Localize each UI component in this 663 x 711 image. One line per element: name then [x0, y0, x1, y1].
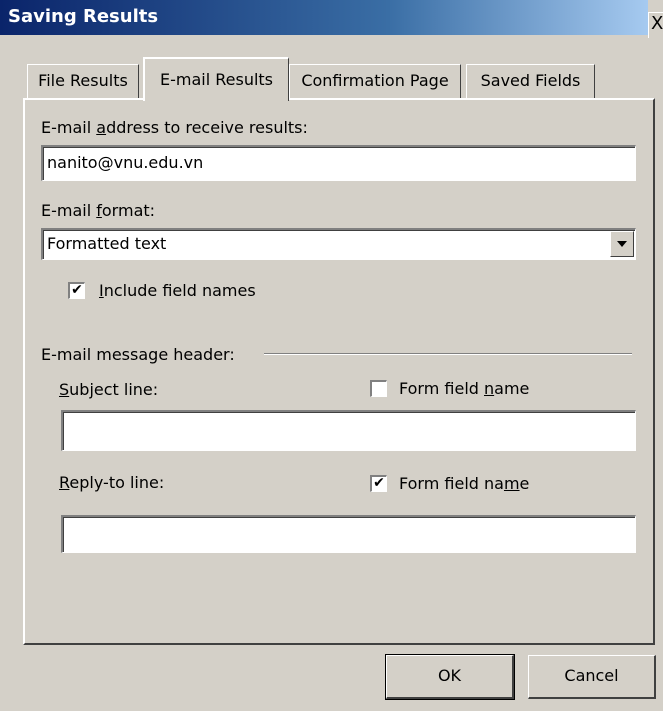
label-part: eply-to line: — [69, 473, 165, 492]
subject-line-input[interactable] — [61, 410, 636, 451]
close-icon: X — [651, 13, 663, 34]
label-part: ame — [494, 379, 530, 398]
saving-results-dialog: Saving Results X File Results E-mail Res… — [0, 0, 663, 711]
label-part: nclude field names — [103, 281, 256, 300]
reply-to-line-label: Reply-to line: — [59, 473, 164, 493]
email-format-value: Formatted text — [47, 234, 167, 253]
tab-file-results[interactable]: File Results — [27, 64, 139, 98]
label-part: Form field — [399, 379, 484, 398]
email-results-panel: E-mail address to receive results: nanit… — [23, 98, 655, 645]
tab-label: Saved Fields — [480, 71, 581, 90]
message-header-label: E-mail message header: — [41, 345, 235, 364]
accelerator-key: n — [484, 379, 495, 398]
tab-email-results[interactable]: E-mail Results — [143, 57, 289, 101]
cancel-button[interactable]: Cancel — [528, 655, 656, 699]
tab-label: E-mail Results — [159, 70, 274, 89]
title-bar[interactable]: Saving Results — [0, 0, 648, 35]
label-part: ormat: — [101, 201, 156, 220]
label-part: ddress to receive results: — [106, 118, 308, 137]
accelerator-key: R — [59, 473, 70, 492]
label-part: ubject line: — [69, 380, 159, 399]
close-button[interactable]: X — [648, 12, 663, 38]
accelerator-key: S — [59, 380, 70, 399]
accelerator-key: a — [96, 118, 107, 137]
label-part: Form field na — [399, 474, 504, 493]
include-field-names-label: Include field names — [99, 281, 256, 301]
subject-form-field-checkbox[interactable] — [370, 380, 387, 397]
email-address-label: E-mail address to receive results: — [41, 118, 308, 138]
reply-to-form-field-checkbox[interactable]: ✔ — [370, 475, 387, 492]
email-format-select[interactable]: Formatted text — [41, 228, 636, 260]
subject-line-label: Subject line: — [59, 380, 158, 400]
group-divider — [264, 353, 632, 355]
subject-form-field-label: Form field name — [399, 379, 529, 399]
ok-button[interactable]: OK — [385, 654, 515, 700]
chevron-down-icon — [617, 241, 627, 247]
accelerator-key: m — [503, 474, 520, 493]
reply-to-line-input[interactable] — [61, 515, 636, 553]
label-part: E-mail — [41, 118, 97, 137]
label-part: e — [519, 474, 530, 493]
email-format-label: E-mail format: — [41, 201, 155, 221]
tab-label: File Results — [38, 71, 128, 90]
email-address-input[interactable]: nanito@vnu.edu.vn — [41, 145, 636, 181]
window-title: Saving Results — [8, 6, 159, 27]
label-part: E-mail — [41, 201, 97, 220]
include-field-names-checkbox[interactable]: ✔ — [68, 282, 85, 299]
tab-confirmation-page[interactable]: Confirmation Page — [289, 64, 461, 98]
tab-saved-fields[interactable]: Saved Fields — [466, 64, 595, 98]
tab-label: Confirmation Page — [301, 71, 449, 90]
dropdown-button[interactable] — [610, 231, 634, 257]
reply-to-form-field-label: Form field name — [399, 474, 529, 494]
